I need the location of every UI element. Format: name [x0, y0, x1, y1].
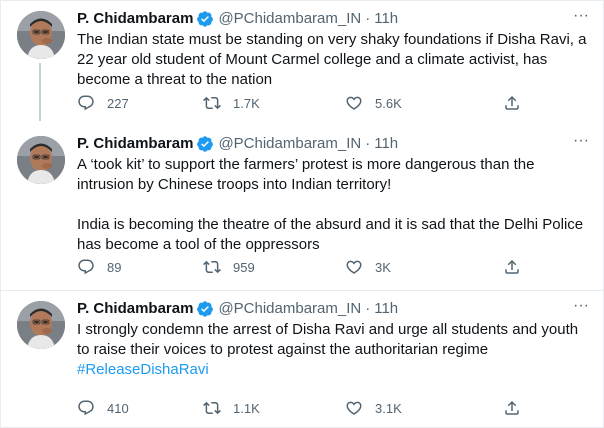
- display-name[interactable]: P. Chidambaram: [77, 134, 193, 154]
- separator-dot: ·: [365, 135, 371, 152]
- tweet-content: P. Chidambaram @PChidambaram_IN · 11h ··…: [77, 8, 591, 90]
- share-icon: [505, 95, 519, 110]
- timestamp[interactable]: 11h: [374, 9, 398, 29]
- reply-count: 410: [107, 400, 129, 416]
- tweet-text: I strongly condemn the arrest of Disha R…: [77, 320, 587, 380]
- verified-badge-icon: [197, 11, 214, 27]
- retweet-icon: [203, 401, 221, 415]
- share-button[interactable]: [503, 93, 521, 113]
- like-count: 5.6K: [375, 95, 402, 111]
- retweet-count: 959: [233, 259, 255, 275]
- handle[interactable]: @PChidambaram_IN: [218, 299, 361, 319]
- tweet-thread: P. Chidambaram @PChidambaram_IN · 11h ··…: [0, 0, 604, 428]
- reply-icon: [78, 400, 94, 416]
- handle[interactable]: @PChidambaram_IN: [218, 134, 361, 154]
- like-count: 3.1K: [375, 400, 402, 416]
- more-options-icon[interactable]: ···: [571, 133, 591, 154]
- tweet-header: P. Chidambaram @PChidambaram_IN · 11h: [77, 299, 591, 319]
- hashtag-link[interactable]: #ReleaseDishaRavi: [77, 361, 209, 378]
- tweet-text: The Indian state must be standing on ver…: [77, 30, 587, 90]
- separator-dot: ·: [365, 10, 371, 27]
- reply-count: 89: [107, 259, 122, 275]
- verified-badge-icon: [197, 301, 214, 317]
- like-button[interactable]: 3K: [345, 257, 391, 277]
- like-count: 3K: [375, 259, 391, 275]
- avatar-photo: [17, 136, 65, 184]
- tweet-1[interactable]: P. Chidambaram @PChidambaram_IN · 11h ··…: [1, 1, 604, 126]
- retweet-button[interactable]: 1.7K: [203, 93, 260, 113]
- like-icon: [346, 96, 362, 110]
- tweet-actions: 89 959 3K: [77, 257, 587, 277]
- tweet-content: P. Chidambaram @PChidambaram_IN · 11h ··…: [77, 298, 591, 380]
- retweet-icon: [203, 96, 221, 110]
- share-button[interactable]: [503, 398, 521, 418]
- like-button[interactable]: 5.6K: [345, 93, 402, 113]
- avatar[interactable]: [17, 11, 65, 59]
- tweet-header: P. Chidambaram @PChidambaram_IN · 11h: [77, 9, 591, 29]
- tweet-2[interactable]: P. Chidambaram @PChidambaram_IN · 11h ··…: [1, 126, 604, 291]
- avatar[interactable]: [17, 301, 65, 349]
- retweet-button[interactable]: 1.1K: [203, 398, 260, 418]
- reply-count: 227: [107, 95, 129, 111]
- share-button[interactable]: [503, 257, 521, 277]
- reply-icon: [78, 95, 94, 111]
- retweet-button[interactable]: 959: [203, 257, 255, 277]
- timestamp[interactable]: 11h: [374, 299, 398, 319]
- retweet-icon: [203, 260, 221, 274]
- timestamp[interactable]: 11h: [374, 134, 398, 154]
- avatar-photo: [17, 301, 65, 349]
- more-options-icon[interactable]: ···: [571, 298, 591, 319]
- display-name[interactable]: P. Chidambaram: [77, 299, 193, 319]
- like-button[interactable]: 3.1K: [345, 398, 402, 418]
- avatar-photo: [17, 11, 65, 59]
- tweet-actions: 227 1.7K 5.6K: [77, 93, 587, 113]
- share-icon: [505, 400, 519, 415]
- tweet-paragraph: The Indian state must be standing on ver…: [77, 31, 587, 88]
- reply-button[interactable]: 89: [77, 257, 121, 277]
- reply-button[interactable]: 227: [77, 93, 129, 113]
- handle[interactable]: @PChidambaram_IN: [218, 9, 361, 29]
- retweet-count: 1.7K: [233, 95, 260, 111]
- tweet-paragraph: I strongly condemn the arrest of Disha R…: [77, 321, 579, 358]
- tweet-actions: 410 1.1K 3.1K: [77, 398, 587, 418]
- tweet-header: P. Chidambaram @PChidambaram_IN · 11h: [77, 134, 591, 154]
- reply-icon: [78, 259, 94, 275]
- like-icon: [346, 401, 362, 415]
- retweet-count: 1.1K: [233, 400, 260, 416]
- tweet-paragraph: India is becoming the theatre of the abs…: [77, 216, 584, 253]
- tweet-3[interactable]: P. Chidambaram @PChidambaram_IN · 11h ··…: [1, 291, 604, 428]
- like-icon: [346, 260, 362, 274]
- separator-dot: ·: [365, 300, 371, 317]
- tweet-paragraph: A ‘took kit’ to support the farmers’ pro…: [77, 156, 535, 193]
- avatar[interactable]: [17, 136, 65, 184]
- tweet-content: P. Chidambaram @PChidambaram_IN · 11h ··…: [77, 133, 591, 255]
- more-options-icon[interactable]: ···: [571, 8, 591, 29]
- tweet-text: A ‘took kit’ to support the farmers’ pro…: [77, 155, 587, 255]
- reply-button[interactable]: 410: [77, 398, 129, 418]
- share-icon: [505, 259, 519, 274]
- verified-badge-icon: [197, 136, 214, 152]
- display-name[interactable]: P. Chidambaram: [77, 9, 193, 29]
